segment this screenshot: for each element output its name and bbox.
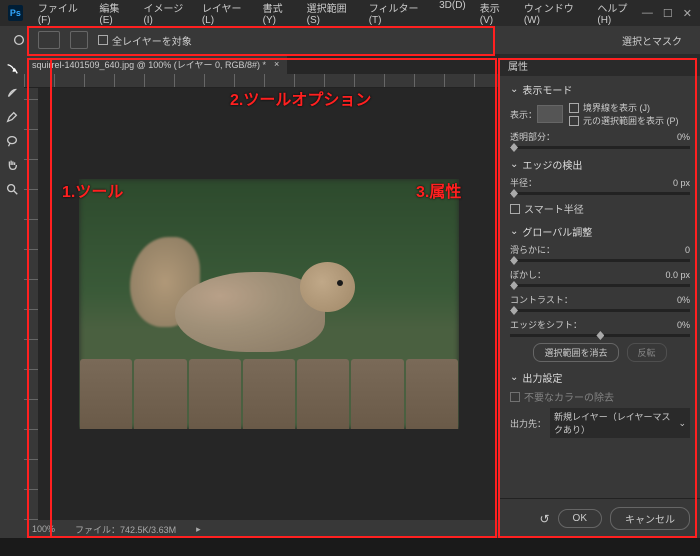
output-to-select[interactable]: 新規レイヤー（レイヤーマスクあり）⌄	[550, 408, 690, 438]
feather-label: ぼかし：	[510, 268, 546, 281]
show-label: 表示：	[510, 108, 537, 121]
canvas-area: squirrel-1401509_640.jpg @ 100% (レイヤー 0,…	[24, 54, 500, 538]
contrast-slider[interactable]	[510, 309, 690, 312]
transparency-label: 透明部分：	[510, 130, 555, 143]
cancel-button[interactable]: キャンセル	[610, 507, 690, 530]
section-edge-detect[interactable]: エッジの検出	[510, 157, 690, 172]
zoom-tool[interactable]	[3, 180, 21, 198]
invert-button[interactable]: 反転	[627, 343, 667, 362]
select-and-mask-button[interactable]: 選択とマスク	[614, 31, 690, 50]
radius-label: 半径：	[510, 176, 537, 189]
menu-view[interactable]: 表示(V)	[475, 0, 515, 28]
contrast-label: コントラスト：	[510, 293, 573, 306]
lasso-tool[interactable]	[3, 132, 21, 150]
smooth-value: 0	[685, 245, 690, 255]
brush-tool[interactable]	[3, 108, 21, 126]
view-thumbnail[interactable]	[537, 105, 563, 123]
radius-value: 0 px	[673, 178, 690, 188]
status-bar: 100% ファイル：742.5K/3.63M ▸	[24, 520, 500, 538]
section-output[interactable]: 出力設定	[510, 370, 690, 385]
document-title: squirrel-1401509_640.jpg @ 100% (レイヤー 0,…	[32, 58, 266, 71]
shift-value: 0%	[677, 320, 690, 330]
toolbar	[0, 54, 24, 538]
shift-slider[interactable]	[510, 334, 690, 337]
hand-tool[interactable]	[3, 156, 21, 174]
menu-help[interactable]: ヘルプ(H)	[592, 0, 642, 28]
quick-select-tool[interactable]	[3, 60, 21, 78]
transparency-value: 0%	[677, 132, 690, 142]
tab-close-icon[interactable]: ×	[274, 59, 279, 69]
transparency-slider[interactable]	[510, 146, 690, 149]
section-global[interactable]: グローバル調整	[510, 224, 690, 239]
contrast-value: 0%	[677, 295, 690, 305]
menubar: ファイル(F) 編集(E) イメージ(I) レイヤー(L) 書式(Y) 選択範囲…	[33, 0, 642, 28]
smooth-slider[interactable]	[510, 259, 690, 262]
tool-options-bar: 全レイヤーを対象 選択とマスク	[0, 26, 700, 54]
reset-button[interactable]: ↺	[539, 512, 549, 526]
show-original-checkbox[interactable]: 元の選択範囲を表示 (P)	[569, 114, 690, 127]
radius-slider[interactable]	[510, 192, 690, 195]
section-view-mode[interactable]: 表示モード	[510, 82, 690, 97]
checkbox-icon	[98, 35, 108, 45]
menu-edit[interactable]: 編集(E)	[94, 0, 134, 28]
menu-filter[interactable]: フィルター(T)	[364, 0, 430, 28]
brush-preset[interactable]	[70, 31, 88, 49]
menu-image[interactable]: イメージ(I)	[138, 0, 192, 28]
ok-button[interactable]: OK	[558, 509, 602, 528]
ruler-vertical	[24, 88, 38, 520]
menu-type[interactable]: 書式(Y)	[258, 0, 298, 28]
titlebar: Ps ファイル(F) 編集(E) イメージ(I) レイヤー(L) 書式(Y) 選…	[0, 0, 700, 26]
menu-3d[interactable]: 3D(D)	[434, 0, 471, 28]
document-tab[interactable]: squirrel-1401509_640.jpg @ 100% (レイヤー 0,…	[24, 54, 287, 74]
smooth-label: 滑らかに：	[510, 243, 555, 256]
feather-value: 0.0 px	[665, 270, 690, 280]
show-edge-checkbox[interactable]: 境界線を表示 (J)	[569, 101, 690, 114]
status-chevron-icon[interactable]: ▸	[196, 524, 201, 535]
panel-tab-properties[interactable]: 属性	[500, 54, 700, 76]
file-info: ファイル：742.5K/3.63M	[75, 523, 176, 536]
clear-selection-button[interactable]: 選択範囲を消去	[533, 343, 618, 362]
close-button[interactable]: ✕	[683, 7, 692, 20]
ruler-horizontal	[24, 74, 500, 88]
tool-preset[interactable]	[10, 31, 28, 49]
maximize-button[interactable]: ☐	[663, 7, 673, 20]
menu-layer[interactable]: レイヤー(L)	[197, 0, 254, 28]
canvas[interactable]	[24, 88, 500, 520]
brush-preview[interactable]	[38, 31, 60, 49]
shift-label: エッジをシフト：	[510, 318, 582, 331]
menu-select[interactable]: 選択範囲(S)	[302, 0, 360, 28]
output-to-label: 出力先：	[510, 417, 546, 430]
document-image	[79, 179, 459, 429]
smart-radius-checkbox[interactable]: スマート半径	[510, 201, 690, 216]
chevron-down-icon: ⌄	[678, 418, 686, 429]
sample-all-layers[interactable]: 全レイヤーを対象	[98, 33, 192, 48]
properties-panel: 属性 表示モード 表示： 境界線を表示 (J) 元の選択範囲を表示 (P) 透明…	[500, 54, 700, 538]
feather-slider[interactable]	[510, 284, 690, 287]
app-logo: Ps	[8, 5, 23, 21]
refine-edge-brush-tool[interactable]	[3, 84, 21, 102]
window-controls: — ☐ ✕	[642, 7, 692, 20]
decontaminate-checkbox[interactable]: 不要なカラーの除去	[510, 389, 690, 404]
zoom-level[interactable]: 100%	[32, 524, 55, 534]
menu-window[interactable]: ウィンドウ(W)	[519, 0, 589, 28]
menu-file[interactable]: ファイル(F)	[33, 0, 91, 28]
sample-all-label: 全レイヤーを対象	[112, 33, 192, 48]
minimize-button[interactable]: —	[642, 7, 653, 20]
